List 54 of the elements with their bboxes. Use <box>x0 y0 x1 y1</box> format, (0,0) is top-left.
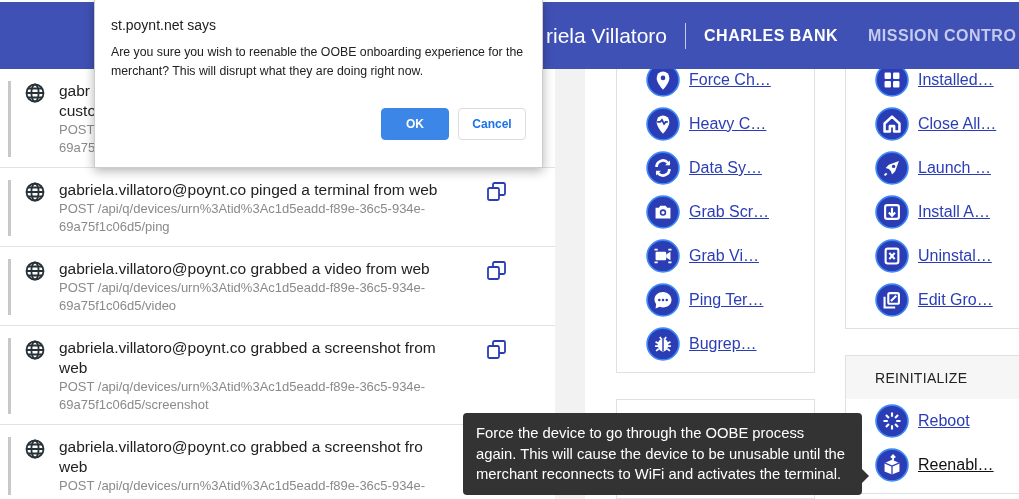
cancel-button[interactable]: Cancel <box>458 108 526 140</box>
video-icon <box>646 239 680 273</box>
burst-icon <box>875 404 909 438</box>
tooltip: Force the device to go through the OOBE process again. This will cause the device to be unusable until the merchant reconnects to WiFi and activates the terminal. <box>463 413 869 495</box>
globe-icon <box>25 83 45 103</box>
request-path: POST 69a75 <box>59 121 96 157</box>
globe-icon <box>25 439 45 459</box>
dialog-title: st.poynt.net says <box>111 17 218 33</box>
action-link[interactable]: Reboot <box>918 412 970 430</box>
action-link[interactable]: Uninstal… <box>918 247 992 265</box>
dialog-message: Are you sure you wish to reenable the OOBE onboarding experience for the merchant? This will disrupt what they are doing right now. <box>111 44 525 80</box>
activity-title: gabriela.villatoro@poynt.co pinged a terminal from web <box>59 180 438 200</box>
globe-icon <box>25 340 45 360</box>
action-link[interactable]: Bugrep… <box>689 335 757 353</box>
merchant-name[interactable]: CHARLES BANK <box>704 26 838 45</box>
action-link[interactable]: Grab Scr… <box>689 203 769 221</box>
action-link[interactable]: Heavy C… <box>689 115 767 133</box>
action-link[interactable]: Reenabl… <box>918 456 994 474</box>
box-icon <box>875 448 909 482</box>
sync-icon <box>646 151 680 185</box>
action-link[interactable]: Installed… <box>918 71 994 89</box>
close-box-icon <box>875 239 909 273</box>
action-link[interactable]: Ping Ter… <box>689 291 764 309</box>
heart-pin-icon <box>646 107 680 141</box>
camera-icon <box>646 195 680 229</box>
action-link[interactable]: Launch … <box>918 159 991 177</box>
action-link[interactable]: Close All… <box>918 115 997 133</box>
request-path: POST /api/q/devices/urn%3Atid%3Ac1d5eadd-f89e-36c5-934e- 69a75f1c06d5/video <box>59 279 426 315</box>
edit-icon <box>875 283 909 317</box>
globe-icon <box>25 261 45 281</box>
rocket-icon <box>875 151 909 185</box>
action-link[interactable]: Install A… <box>918 203 991 221</box>
request-path: POST /api/q/devices/urn%3Atid%3Ac1d5eadd-f89e-36c5-934e- 69a75f1c06d5/ping <box>59 200 426 236</box>
user-name: riela Villatoro <box>546 23 667 48</box>
action-link[interactable]: Grab Vi… <box>689 247 759 265</box>
activity-title: gabriela.villatoro@poynt.co grabbed a screenshot from web <box>59 338 436 378</box>
nav-link[interactable]: MISSION CONTRO <box>868 26 1017 45</box>
copy-icon[interactable] <box>487 182 506 201</box>
activity-title: gabriela.villatoro@poynt.co grabbed a video from web <box>59 259 430 279</box>
ok-button[interactable]: OK <box>381 108 449 140</box>
copy-icon[interactable] <box>487 340 506 359</box>
action-link[interactable]: Data Sy… <box>689 159 762 177</box>
globe-icon <box>25 182 45 202</box>
bug-icon <box>646 327 680 361</box>
action-link[interactable]: Force Ch… <box>689 71 771 89</box>
action-link[interactable]: Edit Gro… <box>918 291 993 309</box>
request-path: POST /api/q/devices/urn%3Atid%3Ac1d5eadd-f89e-36c5-934e- 69a75f1c06d5/screenshot <box>59 378 426 414</box>
request-path: POST /api/q/devices/urn%3Atid%3Ac1d5eadd-f89e-36c5-934e- <box>59 477 426 495</box>
download-icon <box>875 195 909 229</box>
home-icon <box>875 107 909 141</box>
section-header: REINITIALIZE <box>846 356 1019 399</box>
activity-title: gabriela.villatoro@poynt.co grabbed a screenshot fro web <box>59 437 423 477</box>
chat-icon <box>646 283 680 317</box>
copy-icon[interactable] <box>487 261 506 280</box>
